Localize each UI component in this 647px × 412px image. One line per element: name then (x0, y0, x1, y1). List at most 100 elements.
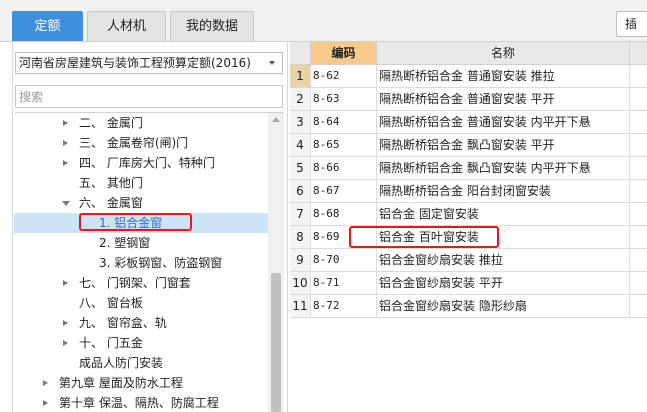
quota-name[interactable]: 隔热断桥铝合金 普通窗安装 内平开下悬 (377, 111, 630, 133)
tab-bar: 定额 人材机 我的数据 插 (0, 0, 647, 42)
tree-node-label: 九、 窗帘盒、轨 (79, 316, 167, 330)
extra-cell[interactable] (630, 226, 647, 248)
quota-set-select[interactable]: 河南省房屋建筑与装饰工程预算定额(2016) (15, 52, 283, 74)
quota-name[interactable]: 隔热断桥铝合金 普通窗安装 平开 (377, 88, 630, 110)
tree-node[interactable]: 五、 其他门 (14, 173, 269, 193)
quota-code[interactable]: 8-67 (311, 180, 377, 202)
extra-cell[interactable] (630, 180, 647, 202)
quota-code[interactable]: 8-68 (311, 203, 377, 225)
caret-right-icon[interactable] (63, 340, 68, 346)
column-header-code[interactable]: 编码 (311, 42, 377, 65)
tree-node[interactable]: 第九章 屋面及防水工程 (14, 373, 269, 393)
quota-code[interactable]: 8-71 (311, 272, 377, 294)
row-number[interactable]: 6 (290, 180, 311, 202)
quota-code[interactable]: 8-72 (311, 295, 377, 317)
tree-node-label: 第九章 屋面及防水工程 (59, 376, 183, 390)
table-row[interactable]: 6 8-67 隔热断桥铝合金 阳台封闭窗安装 (290, 180, 647, 203)
row-number[interactable]: 7 (290, 203, 311, 225)
column-header-extra[interactable] (630, 42, 647, 65)
quota-code[interactable]: 8-64 (311, 111, 377, 133)
caret-right-icon[interactable] (43, 380, 48, 386)
quota-code[interactable]: 8-65 (311, 134, 377, 156)
quota-name[interactable]: 隔热断桥铝合金 飘凸窗安装 内平开下悬 (377, 157, 630, 179)
caret-right-icon[interactable] (63, 140, 68, 146)
quota-code[interactable]: 8-66 (311, 157, 377, 179)
tab-quota[interactable]: 定额 (12, 11, 83, 41)
caret-right-icon[interactable] (63, 160, 68, 166)
tree-node[interactable]: 十、 门五金 (14, 333, 269, 353)
tree-node[interactable]: 九、 窗帘盒、轨 (14, 313, 269, 333)
tree-node-label: 2. 塑钢窗 (99, 236, 151, 250)
tree-node[interactable]: 成品人防门安装 (14, 353, 269, 373)
table-row[interactable]: 4 8-65 隔热断桥铝合金 飘凸窗安装 平开 (290, 134, 647, 157)
tree-node[interactable]: 八、 窗台板 (14, 293, 269, 313)
row-number[interactable]: 1 (290, 65, 311, 87)
tab-my-data[interactable]: 我的数据 (170, 11, 254, 41)
quota-code[interactable]: 8-63 (311, 88, 377, 110)
tree-scrollbar[interactable] (268, 113, 284, 412)
tree-node[interactable]: 四、 厂库房大门、特种门 (14, 153, 269, 173)
row-number[interactable]: 3 (290, 111, 311, 133)
tree-node[interactable]: 七、 门钢架、门窗套 (14, 273, 269, 293)
search-box[interactable] (15, 85, 283, 108)
quota-name[interactable]: 铝合金窗纱扇安装 平开 (377, 272, 630, 294)
column-header-name[interactable]: 名称 (377, 42, 630, 65)
highlight-box-row (349, 226, 499, 248)
table-row[interactable]: 3 8-64 隔热断桥铝合金 普通窗安装 内平开下悬 (290, 111, 647, 134)
quota-set-value: 河南省房屋建筑与装饰工程预算定额(2016) (19, 56, 251, 70)
extra-cell[interactable] (630, 134, 647, 156)
tree-node[interactable]: 3. 彩板钢窗、防盗钢窗 (14, 253, 269, 273)
caret-down-icon[interactable] (62, 201, 70, 206)
caret-right-icon[interactable] (63, 120, 68, 126)
extra-cell[interactable] (630, 203, 647, 225)
row-number[interactable]: 10 (290, 272, 311, 294)
row-number[interactable]: 9 (290, 249, 311, 271)
quota-name[interactable]: 隔热断桥铝合金 普通窗安装 推拉 (377, 65, 630, 87)
extra-cell[interactable] (630, 272, 647, 294)
caret-right-icon[interactable] (63, 280, 68, 286)
tab-labor-material[interactable]: 人材机 (87, 11, 166, 41)
extra-cell[interactable] (630, 111, 647, 133)
tree-node-label: 十、 门五金 (79, 336, 143, 350)
caret-right-icon[interactable] (63, 320, 68, 326)
tree-node[interactable]: 2. 塑钢窗 (14, 233, 269, 253)
quota-name[interactable]: 隔热断桥铝合金 飘凸窗安装 平开 (377, 134, 630, 156)
extra-cell[interactable] (630, 65, 647, 87)
tree-node-label: 二、 金属门 (79, 116, 143, 130)
tree-node[interactable]: 六、 金属窗 (14, 193, 269, 213)
extra-cell[interactable] (630, 249, 647, 271)
tree-node-label: 第十章 保温、隔热、防腐工程 (59, 396, 219, 410)
tree-node[interactable]: 三、 金属卷帘(闸)门 (14, 133, 269, 153)
table-row[interactable]: 11 8-72 铝合金窗纱扇安装 隐形纱扇 (290, 295, 647, 318)
quota-name[interactable]: 隔热断桥铝合金 阳台封闭窗安装 (377, 180, 630, 202)
table-row[interactable]: 2 8-63 隔热断桥铝合金 普通窗安装 平开 (290, 88, 647, 111)
tree-node[interactable]: 第十章 保温、隔热、防腐工程 (14, 393, 269, 412)
row-number[interactable]: 2 (290, 88, 311, 110)
quota-name[interactable]: 铝合金窗纱扇安装 隐形纱扇 (377, 295, 630, 317)
scroll-up-icon[interactable] (272, 117, 280, 122)
quota-name[interactable]: 铝合金窗纱扇安装 推拉 (377, 249, 630, 271)
extra-cell[interactable] (630, 88, 647, 110)
search-input[interactable] (16, 86, 282, 107)
quota-code[interactable]: 8-70 (311, 249, 377, 271)
extra-cell[interactable] (630, 157, 647, 179)
extra-cell[interactable] (630, 295, 647, 317)
table-row[interactable]: 5 8-66 隔热断桥铝合金 飘凸窗安装 内平开下悬 (290, 157, 647, 180)
table-row[interactable]: 10 8-71 铝合金窗纱扇安装 平开 (290, 272, 647, 295)
quota-code[interactable]: 8-62 (311, 65, 377, 87)
row-number[interactable]: 8 (290, 226, 311, 248)
table-row[interactable]: 9 8-70 铝合金窗纱扇安装 推拉 (290, 249, 647, 272)
insert-button[interactable]: 插 (616, 11, 647, 37)
table-row[interactable]: 1 8-62 隔热断桥铝合金 普通窗安装 推拉 (290, 65, 647, 88)
row-number[interactable]: 11 (290, 295, 311, 317)
caret-right-icon[interactable] (43, 400, 48, 406)
highlight-box-tree (79, 213, 192, 231)
row-number[interactable]: 5 (290, 157, 311, 179)
row-number[interactable]: 4 (290, 134, 311, 156)
scroll-thumb[interactable] (271, 273, 281, 412)
tree-node-label: 五、 其他门 (79, 176, 143, 190)
quota-name[interactable]: 铝合金 固定窗安装 (377, 203, 630, 225)
table-row[interactable]: 7 8-68 铝合金 固定窗安装 (290, 203, 647, 226)
tree-node[interactable]: 二、 金属门 (14, 113, 269, 133)
tree-node-label: 七、 门钢架、门窗套 (79, 276, 191, 290)
